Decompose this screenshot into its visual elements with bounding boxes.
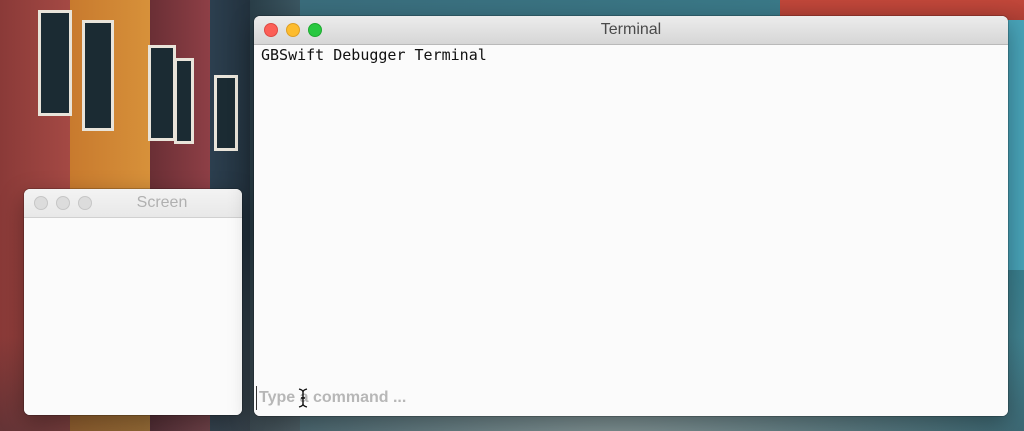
screen-window[interactable]: Screen [24,189,242,415]
screen-content [24,218,242,415]
ibeam-cursor-icon [298,388,308,408]
screen-window-title: Screen [136,194,188,211]
close-icon[interactable] [34,196,48,210]
terminal-output: GBSwift Debugger Terminal [261,46,487,64]
terminal-body: GBSwift Debugger Terminal [254,45,1008,416]
command-input[interactable] [256,386,861,410]
minimize-icon[interactable] [56,196,70,210]
terminal-titlebar[interactable]: Terminal [254,16,1008,45]
terminal-window[interactable]: Terminal GBSwift Debugger Terminal [254,16,1008,416]
terminal-window-title: Terminal [600,21,662,38]
screen-titlebar[interactable]: Screen [24,189,242,218]
